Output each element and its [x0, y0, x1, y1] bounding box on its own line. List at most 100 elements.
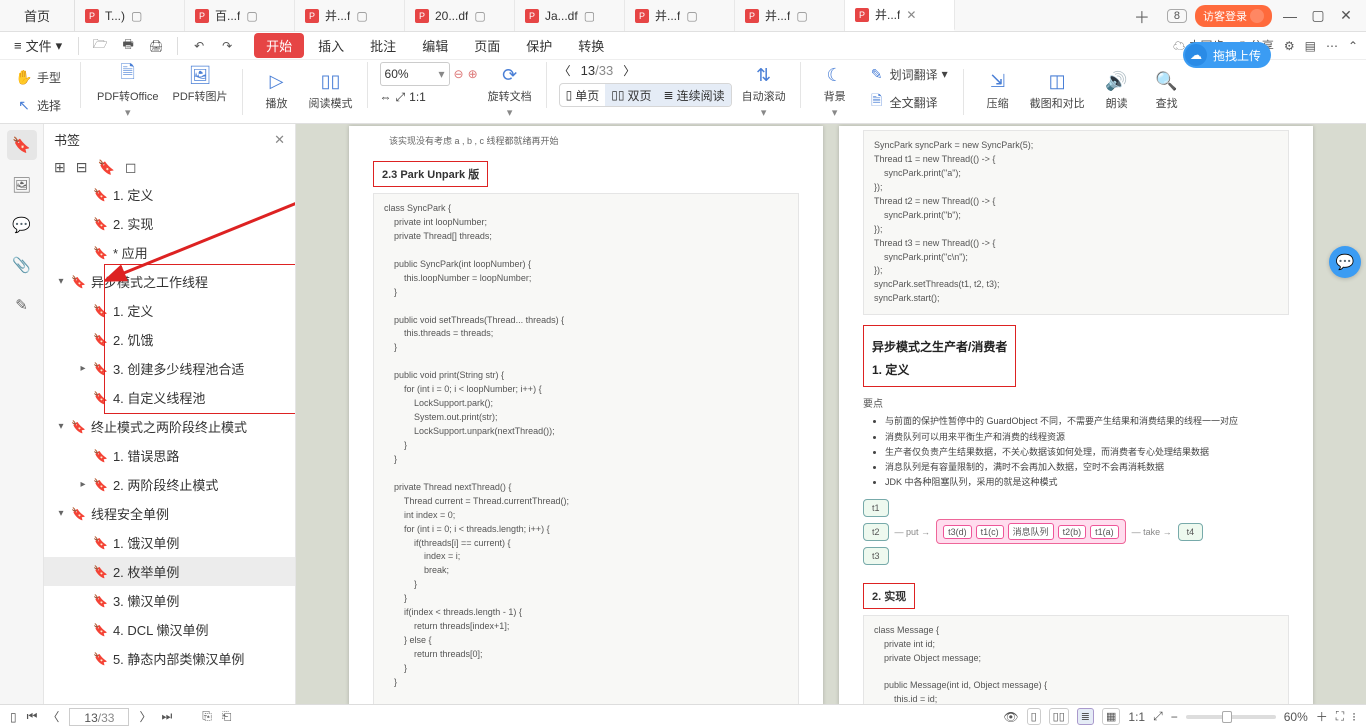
status-import-icon[interactable]: ⎗: [222, 709, 232, 724]
document-tab[interactable]: P20...df▢: [405, 0, 515, 31]
pdf-to-office[interactable]: 🗎PDF转Office▾: [93, 62, 163, 121]
strip-bookmark-icon[interactable]: 🔖: [7, 130, 37, 160]
home-tab[interactable]: 首页: [0, 0, 75, 31]
hand-tool[interactable]: ✋手型: [10, 66, 70, 90]
bookmark-item[interactable]: ▾🔖终止模式之两阶段终止模式: [44, 412, 295, 441]
bookmark-item[interactable]: ▾🔖异步模式之工作线程: [44, 267, 295, 296]
document-tab[interactable]: PJa...df▢: [515, 0, 625, 31]
bookmark-item[interactable]: 🔖2. 实现: [44, 209, 295, 238]
status-last-page-icon[interactable]: ⏭: [161, 709, 172, 724]
print-icon[interactable]: 🖨: [145, 35, 167, 57]
tab-detach-icon[interactable]: ▢: [246, 9, 257, 23]
bookmark-item[interactable]: ▸🔖3. 创建多少线程池合适: [44, 354, 295, 383]
assistant-bubble-icon[interactable]: 💬: [1329, 246, 1361, 278]
drag-upload-pill[interactable]: ☁ 拖拽上传: [1183, 42, 1271, 68]
word-translate[interactable]: ✎划词翻译▾: [863, 62, 953, 86]
read-aloud[interactable]: 🔊朗读: [1095, 69, 1139, 113]
status-fullscreen-icon[interactable]: ⛶: [1336, 709, 1344, 724]
window-close[interactable]: ✕: [1336, 7, 1356, 24]
menu-tab[interactable]: 插入: [306, 33, 356, 58]
tree-twisty-icon[interactable]: ▾: [56, 276, 66, 287]
status-page-input[interactable]: 13/33: [69, 708, 129, 726]
read-mode[interactable]: ▯▯阅读模式: [305, 69, 357, 113]
panel-close-icon[interactable]: ✕: [274, 132, 285, 148]
status-zoom-in-icon[interactable]: ＋: [1316, 708, 1328, 725]
status-zoom-out-icon[interactable]: −: [1171, 710, 1178, 724]
bookmark-item[interactable]: 🔖1. 定义: [44, 180, 295, 209]
tab-detach-icon[interactable]: ▢: [796, 9, 807, 23]
play-button[interactable]: ▷播放: [255, 69, 299, 113]
new-tab-button[interactable]: ＋: [1127, 0, 1157, 31]
tab-close-icon[interactable]: ✕: [906, 8, 916, 22]
zoom-slider[interactable]: [1186, 715, 1276, 719]
menu-tab[interactable]: 转换: [566, 33, 616, 58]
tool-expand-icon[interactable]: ⊞: [54, 159, 66, 176]
login-button[interactable]: 访客登录: [1195, 5, 1272, 27]
tool-collapse-icon[interactable]: ⊟: [76, 159, 88, 176]
view-continuous[interactable]: ≣ 连续阅读: [658, 84, 731, 106]
status-sidebar-toggle-icon[interactable]: ▯: [10, 710, 17, 724]
rotate-button[interactable]: ⟳旋转文档▾: [484, 62, 536, 121]
save-icon[interactable]: 🖶: [117, 35, 139, 57]
tab-detach-icon[interactable]: ▢: [686, 9, 697, 23]
fit-page-icon[interactable]: ⤢: [396, 90, 406, 105]
menu-more-icon[interactable]: ▤: [1305, 39, 1316, 53]
pdf-to-pic[interactable]: 🖼PDF转图片: [169, 62, 232, 106]
document-tab[interactable]: P并...f✕: [845, 0, 955, 31]
bookmark-item[interactable]: 🔖3. 懒汉单例: [44, 586, 295, 615]
actual-size-icon[interactable]: 1:1: [409, 90, 426, 105]
status-first-page-icon[interactable]: ⏮: [27, 709, 38, 724]
tree-twisty-icon[interactable]: ▾: [56, 508, 66, 519]
menu-tab[interactable]: 编辑: [410, 33, 460, 58]
zoom-out-icon[interactable]: ⊖: [454, 67, 464, 81]
status-more-icon[interactable]: ⁝: [1352, 710, 1356, 724]
strip-thumbnail-icon[interactable]: 🖼: [7, 170, 37, 200]
status-view-grid-icon[interactable]: ▦: [1102, 708, 1120, 725]
tree-twisty-icon[interactable]: ▸: [78, 479, 88, 490]
tree-twisty-icon[interactable]: ▾: [56, 421, 66, 432]
bookmark-item[interactable]: 🔖1. 饿汉单例: [44, 528, 295, 557]
select-tool[interactable]: ↖选择: [10, 94, 70, 118]
strip-comment-icon[interactable]: 💬: [7, 210, 37, 240]
background[interactable]: ☾背景▾: [813, 62, 857, 121]
bookmark-item[interactable]: 🔖2. 枚举单例: [44, 557, 295, 586]
status-view-double-icon[interactable]: ▯▯: [1049, 708, 1069, 725]
document-tab[interactable]: P并...f▢: [295, 0, 405, 31]
zoom-in-icon[interactable]: ⊕: [468, 67, 478, 81]
bookmark-item[interactable]: ▸🔖2. 两阶段终止模式: [44, 470, 295, 499]
status-view-single-icon[interactable]: ▯: [1027, 708, 1041, 725]
tab-detach-icon[interactable]: ▢: [584, 9, 595, 23]
tab-detach-icon[interactable]: ▢: [131, 9, 142, 23]
full-translate[interactable]: 🗎全文翻译: [863, 90, 953, 114]
bookmark-item[interactable]: 🔖1. 错误思路: [44, 441, 295, 470]
auto-scroll[interactable]: ⇅自动滚动▾: [738, 62, 790, 121]
tab-detach-icon[interactable]: ▢: [356, 9, 367, 23]
bookmark-item[interactable]: 🔖4. 自定义线程池: [44, 383, 295, 412]
find[interactable]: 🔍查找: [1145, 69, 1189, 113]
bookmark-item[interactable]: 🔖2. 饥饿: [44, 325, 295, 354]
status-prev-page-icon[interactable]: 〈: [47, 708, 59, 725]
bookmark-item[interactable]: 🔖* 应用: [44, 238, 295, 267]
compress[interactable]: ⇲压缩: [976, 69, 1020, 113]
menu-tab[interactable]: 批注: [358, 33, 408, 58]
file-menu[interactable]: ≡ 文件 ▾: [8, 34, 68, 57]
status-actual-icon[interactable]: 1:1: [1128, 710, 1145, 724]
fit-width-icon[interactable]: ⇔: [380, 90, 392, 105]
next-page[interactable]: 〉: [623, 62, 635, 79]
gear-icon[interactable]: ⚙: [1284, 39, 1295, 53]
tab-detach-icon[interactable]: ▢: [474, 9, 485, 23]
tool-add-bookmark-icon[interactable]: 🔖: [97, 159, 114, 176]
view-single[interactable]: ▯ 单页: [560, 84, 606, 106]
open-icon[interactable]: 🗁: [89, 35, 111, 57]
status-eye-icon[interactable]: 👁: [1003, 710, 1018, 724]
status-fit-icon[interactable]: ⤢: [1153, 709, 1163, 724]
crop-compare[interactable]: ◫截图和对比: [1026, 69, 1089, 113]
tool-bookmark-alt-icon[interactable]: ◻: [125, 159, 137, 176]
menu-overflow-icon[interactable]: ⋯: [1326, 39, 1338, 53]
ribbon-collapse-icon[interactable]: ⌃: [1348, 39, 1358, 53]
bookmark-item[interactable]: ▾🔖线程安全单例: [44, 499, 295, 528]
status-export-icon[interactable]: ⎘: [202, 709, 212, 724]
prev-page[interactable]: 〈: [559, 62, 571, 79]
window-maximize[interactable]: ▢: [1308, 7, 1328, 24]
strip-sign-icon[interactable]: ✎: [7, 290, 37, 320]
